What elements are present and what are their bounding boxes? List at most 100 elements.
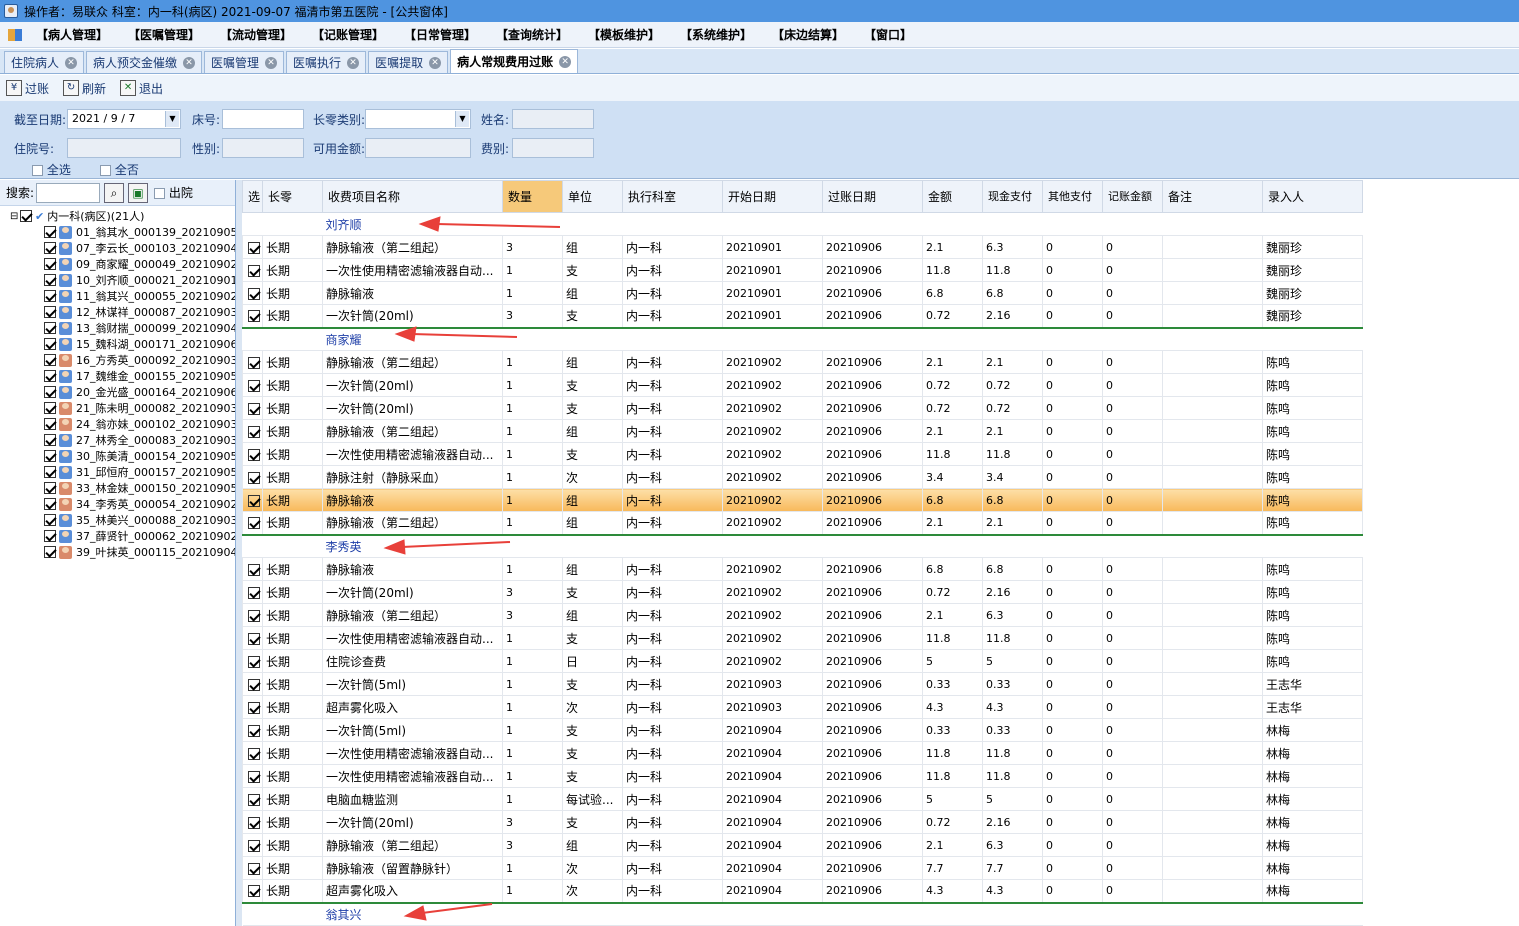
- menu-item-4[interactable]: 【日常管理】: [404, 26, 496, 43]
- patient-checkbox[interactable]: [44, 482, 56, 494]
- row-checkbox[interactable]: [248, 632, 260, 645]
- checkbox-box[interactable]: [100, 165, 111, 176]
- patient-checkbox[interactable]: [44, 306, 56, 318]
- row-checkbox[interactable]: [248, 425, 260, 438]
- table-row[interactable]: 长期 一次针筒(20ml) 3 支内一科 20210902 20210906 0.72 2.1…: [242, 580, 1363, 604]
- column-header[interactable]: 开始日期: [722, 180, 823, 213]
- table-row[interactable]: 长期 一次针筒(5ml) 1 支内一科 20210904 20210906 0.33 0.33…: [242, 718, 1363, 742]
- tree-patient-item[interactable]: 35_林美兴_000088_20210903_: [10, 512, 235, 528]
- patient-checkbox[interactable]: [44, 370, 56, 382]
- row-checkbox[interactable]: [248, 793, 260, 806]
- patient-checkbox[interactable]: [44, 434, 56, 446]
- column-header[interactable]: 选: [242, 180, 263, 213]
- tree-patient-item[interactable]: 30_陈美清_000154_20210905_: [10, 448, 235, 464]
- tree-patient-item[interactable]: 39_叶抹英_000115_20210904_: [10, 544, 235, 560]
- menu-item-1[interactable]: 【医嘱管理】: [128, 26, 220, 43]
- patient-checkbox[interactable]: [44, 546, 56, 558]
- column-header[interactable]: 长零: [262, 180, 323, 213]
- row-checkbox[interactable]: [248, 402, 260, 415]
- table-row[interactable]: 长期 静脉注射（静脉采血） 1 次内一科 20210902 20210906 3.4 3.4 0…: [242, 465, 1363, 489]
- row-select-cell[interactable]: [242, 373, 263, 397]
- close-tab-icon[interactable]: ✕: [559, 55, 572, 68]
- row-select-cell[interactable]: [242, 695, 263, 719]
- discharged-checkbox[interactable]: 出院: [154, 184, 193, 201]
- tree-patient-item[interactable]: 09_商家耀_000049_20210902_: [10, 256, 235, 272]
- tree-patient-item[interactable]: 11_翁其兴_000055_20210902_: [10, 288, 235, 304]
- patient-checkbox[interactable]: [44, 450, 56, 462]
- table-row[interactable]: 长期 电脑血糖监测 1 每试验... 内一科 20210904 20210906 5 5 0 0 林梅: [242, 787, 1363, 811]
- row-select-cell[interactable]: [242, 488, 263, 512]
- bed-input[interactable]: [222, 109, 304, 129]
- table-row[interactable]: 长期 一次性使用精密滤输液器自动... 1 支内一科 20210904 20210906 1…: [242, 741, 1363, 765]
- patient-checkbox[interactable]: [44, 322, 56, 334]
- table-row[interactable]: 长期 一次针筒(20ml) 1 支内一科 20210902 20210906 0.72 0.7…: [242, 373, 1363, 397]
- patient-checkbox[interactable]: [44, 290, 56, 302]
- patient-checkbox[interactable]: [44, 258, 56, 270]
- patient-checkbox[interactable]: [44, 402, 56, 414]
- table-row[interactable]: 长期 一次针筒(5ml) 1 支内一科 20210903 20210906 0.33 0.33…: [242, 672, 1363, 696]
- row-select-cell[interactable]: [242, 350, 263, 374]
- collapse-icon[interactable]: ⊟: [10, 211, 20, 222]
- patient-checkbox[interactable]: [44, 386, 56, 398]
- table-row[interactable]: 长期 静脉输液（留置静脉针） 1 次内一科 20210904 20210906 7.7 7.7…: [242, 856, 1363, 880]
- row-select-cell[interactable]: [242, 580, 263, 604]
- row-select-cell[interactable]: [242, 879, 263, 903]
- tree-patient-item[interactable]: 33_林金妹_000150_20210905_: [10, 480, 235, 496]
- row-select-cell[interactable]: [242, 465, 263, 489]
- table-row[interactable]: 长期 静脉输液（第二组起） 1 组内一科 20210902 20210906 2.1 2.1 0…: [242, 419, 1363, 443]
- patient-checkbox[interactable]: [44, 498, 56, 510]
- tree-patient-item[interactable]: 16_方秀英_000092_20210903_: [10, 352, 235, 368]
- table-row[interactable]: 长期 超声雾化吸入 1 次内一科 20210904 20210906 4.3 4.3 0 0 林梅: [242, 879, 1363, 903]
- table-row[interactable]: 长期 一次性使用精密滤输液器自动... 1 支内一科 20210902 20210906 1…: [242, 442, 1363, 466]
- row-select-cell[interactable]: [242, 718, 263, 742]
- column-header[interactable]: 记账金额: [1102, 180, 1163, 213]
- row-checkbox[interactable]: [248, 241, 260, 254]
- dropdown-arrow-icon[interactable]: ▼: [165, 111, 179, 127]
- row-select-cell[interactable]: [242, 557, 263, 581]
- close-tab-icon[interactable]: ✕: [65, 56, 78, 69]
- patient-checkbox[interactable]: [44, 274, 56, 286]
- post-button[interactable]: ¥ 过账: [6, 80, 49, 97]
- close-tab-icon[interactable]: ✕: [265, 56, 278, 69]
- tab-1[interactable]: 病人预交金催缴 ✕: [86, 51, 203, 73]
- tab-2[interactable]: 医嘱管理 ✕: [204, 51, 285, 73]
- root-checkbox[interactable]: [20, 210, 32, 222]
- table-row[interactable]: 长期 一次针筒(20ml) 3 支内一科 20210901 20210906 0.72 2.1…: [242, 304, 1363, 328]
- row-checkbox[interactable]: [248, 839, 260, 852]
- tree-patient-item[interactable]: 10_刘齐顺_000021_20210901_: [10, 272, 235, 288]
- table-row[interactable]: 长期 超声雾化吸入 1 次内一科 20210903 20210906 4.3 4.3 0 0 王志华: [242, 695, 1363, 719]
- menu-item-7[interactable]: 【系统维护】: [680, 26, 772, 43]
- row-select-cell[interactable]: [242, 649, 263, 673]
- row-checkbox[interactable]: [248, 816, 260, 829]
- refresh-button[interactable]: ↻ 刷新: [63, 80, 106, 97]
- row-checkbox[interactable]: [248, 494, 260, 507]
- column-header[interactable]: 现金支付: [982, 180, 1043, 213]
- row-checkbox[interactable]: [248, 678, 260, 691]
- row-checkbox[interactable]: [248, 586, 260, 599]
- menu-item-6[interactable]: 【模板维护】: [588, 26, 680, 43]
- menu-item-5[interactable]: 【查询统计】: [496, 26, 588, 43]
- patient-checkbox[interactable]: [44, 242, 56, 254]
- tab-0[interactable]: 住院病人 ✕: [4, 51, 85, 73]
- row-select-cell[interactable]: [242, 626, 263, 650]
- column-header[interactable]: 过账日期: [822, 180, 923, 213]
- row-checkbox[interactable]: [248, 517, 260, 530]
- row-select-cell[interactable]: [242, 741, 263, 765]
- row-select-cell[interactable]: [242, 258, 263, 282]
- column-header[interactable]: 收费项目名称: [322, 180, 503, 213]
- menu-item-0[interactable]: 【病人管理】: [36, 26, 128, 43]
- row-checkbox[interactable]: [248, 356, 260, 369]
- type-select[interactable]: ▼: [365, 109, 471, 129]
- patient-checkbox[interactable]: [44, 514, 56, 526]
- tree-patient-item[interactable]: 31_邱恒府_000157_20210905_: [10, 464, 235, 480]
- row-checkbox[interactable]: [248, 701, 260, 714]
- row-checkbox[interactable]: [248, 747, 260, 760]
- tree-patient-item[interactable]: 34_李秀英_000054_20210902_: [10, 496, 235, 512]
- tree-patient-item[interactable]: 07_李云长_000103_20210904_: [10, 240, 235, 256]
- column-header[interactable]: 执行科室: [622, 180, 723, 213]
- row-checkbox[interactable]: [248, 885, 260, 898]
- tree-patient-item[interactable]: 13_翁财揣_000099_20210904_: [10, 320, 235, 336]
- row-checkbox[interactable]: [248, 264, 260, 277]
- row-select-cell[interactable]: [242, 856, 263, 880]
- table-row[interactable]: 长期 一次性使用精密滤输液器自动... 1 支内一科 20210901 20210906 1…: [242, 258, 1363, 282]
